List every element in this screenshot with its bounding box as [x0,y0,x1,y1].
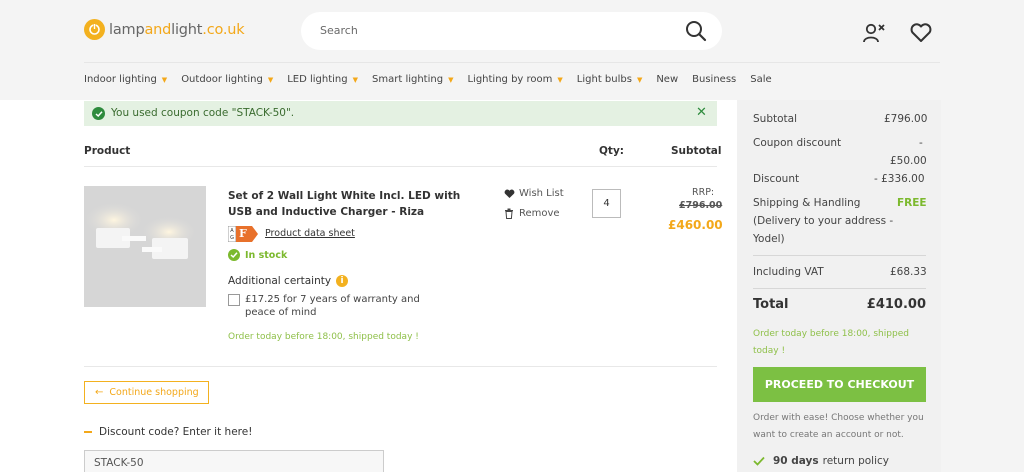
chevron-down-icon: ▼ [448,75,454,84]
summary-total: £410.00 [866,297,926,312]
minus-icon [84,431,92,433]
search-icon[interactable] [685,20,707,46]
energy-label-icon[interactable]: A G F [227,225,258,243]
item-price: £460.00 [668,218,723,232]
stock-status: In stock [228,249,287,261]
product-name[interactable]: Set of 2 Wall Light White Incl. LED with… [228,188,468,220]
check-circle-icon [92,107,105,120]
summary-coupon-label: Coupon discount [753,137,842,149]
cart-divider [84,366,717,367]
nav-item-new[interactable]: New [656,74,678,85]
order-with-ease-note: Order with ease! Choose whether you want… [753,413,924,440]
search-input[interactable]: Search [320,24,358,37]
header-qty: Qty: [599,145,624,157]
discount-code-input[interactable] [84,450,384,472]
wishlist-label: Wish List [519,188,564,199]
header-subtotal: Subtotal [671,145,722,157]
nav-item-light-bulbs[interactable]: Light bulbs ▼ [577,74,643,85]
additional-certainty-label: Additional certainty [228,275,332,287]
product-datasheet-link[interactable]: Product data sheet [265,228,355,239]
summary-shipping-label: Shipping & Handling [753,197,861,209]
summary-shipping-detail: (Delivery to your address - Yodel) [753,215,894,245]
site-header: lampandlight.co.uk Search Indoor lightin… [0,0,1024,100]
chevron-down-icon: ▼ [161,75,168,84]
summary-subtotal-label: Subtotal [753,113,797,125]
additional-certainty: Additional certainty i [228,275,349,287]
check-icon [753,456,765,466]
remove-button[interactable]: Remove [504,208,560,219]
header-divider [84,62,940,63]
chevron-down-icon: ▼ [352,75,359,84]
heart-icon [504,189,515,198]
nav-item-business[interactable]: Business [692,74,736,85]
svg-text:G: G [230,235,234,241]
product-image[interactable] [84,186,206,307]
nav-item-smart-lighting[interactable]: Smart lighting ▼ [372,74,453,85]
remove-label: Remove [519,208,560,219]
summary-shipping-note: Order today before 18:00, shipped today … [753,329,909,356]
logo-bulb-icon [84,19,105,40]
close-icon[interactable]: ✕ [696,105,707,120]
summary-coupon-value: £50.00 [890,155,927,167]
summary-total-label: Total [753,297,789,312]
continue-shopping-button[interactable]: ← Continue shopping [84,381,209,404]
summary-divider [753,288,926,289]
stock-text: In stock [245,249,288,261]
discount-toggle-label: Discount code? Enter it here! [99,426,253,438]
summary-coupon-dash: - [919,137,923,149]
logo-text: lampandlight.co.uk [109,21,245,38]
summary-discount: - £336.00 [874,173,925,185]
nav-item-lighting-by-room[interactable]: Lighting by room ▼ [467,74,562,85]
site-logo[interactable]: lampandlight.co.uk [84,19,245,40]
shipping-note: Order today before 18:00, shipped today … [228,332,419,342]
continue-shopping-label: Continue shopping [109,387,199,398]
chevron-down-icon: ▼ [557,75,563,84]
return-policy: 90 days return policy [753,455,889,467]
nav-item-sale[interactable]: Sale [750,74,771,85]
nav-item-indoor-lighting[interactable]: Indoor lighting ▼ [84,74,167,85]
nav-item-led-lighting[interactable]: LED lighting ▼ [287,74,358,85]
energy-class: F [239,227,247,240]
check-circle-icon [228,249,240,261]
summary-vat-label: Including VAT [753,266,824,278]
arrow-left-icon: ← [95,387,104,398]
rrp-price: £796.00 [679,200,723,211]
header-product: Product [84,145,131,157]
discount-code-toggle[interactable]: Discount code? Enter it here! [84,426,252,438]
chevron-down-icon: ▼ [267,75,274,84]
heart-icon[interactable] [909,22,933,48]
wishlist-button[interactable]: Wish List [504,188,564,199]
info-icon[interactable]: i [336,275,349,287]
warranty-label[interactable]: £17.25 for 7 years of warranty and peace… [245,293,445,319]
summary-subtotal: £796.00 [884,113,928,125]
search-bar[interactable]: Search [301,12,722,50]
rrp-label: RRP: [692,187,715,198]
user-icon[interactable] [862,22,886,48]
trash-icon [505,208,513,219]
checkout-button[interactable]: PROCEED TO CHECKOUT [753,367,926,402]
summary-discount-label: Discount [753,173,800,185]
return-days: 90 days [773,455,819,467]
coupon-alert: You used coupon code "STACK-50". ✕ [84,101,717,126]
svg-text:A: A [230,228,234,234]
quantity-input[interactable]: 4 [592,189,621,218]
summary-vat: £68.33 [890,266,927,278]
main-nav: Indoor lighting ▼ Outdoor lighting ▼ LED l… [84,74,786,85]
chevron-down-icon: ▼ [636,75,643,84]
coupon-message: You used coupon code "STACK-50". [111,107,295,119]
nav-item-outdoor-lighting[interactable]: Outdoor lighting ▼ [181,74,273,85]
summary-shipping: FREE [897,197,927,209]
summary-divider [753,255,926,256]
table-header-divider [84,166,717,167]
return-text: return policy [822,455,889,467]
warranty-checkbox[interactable] [228,294,240,306]
